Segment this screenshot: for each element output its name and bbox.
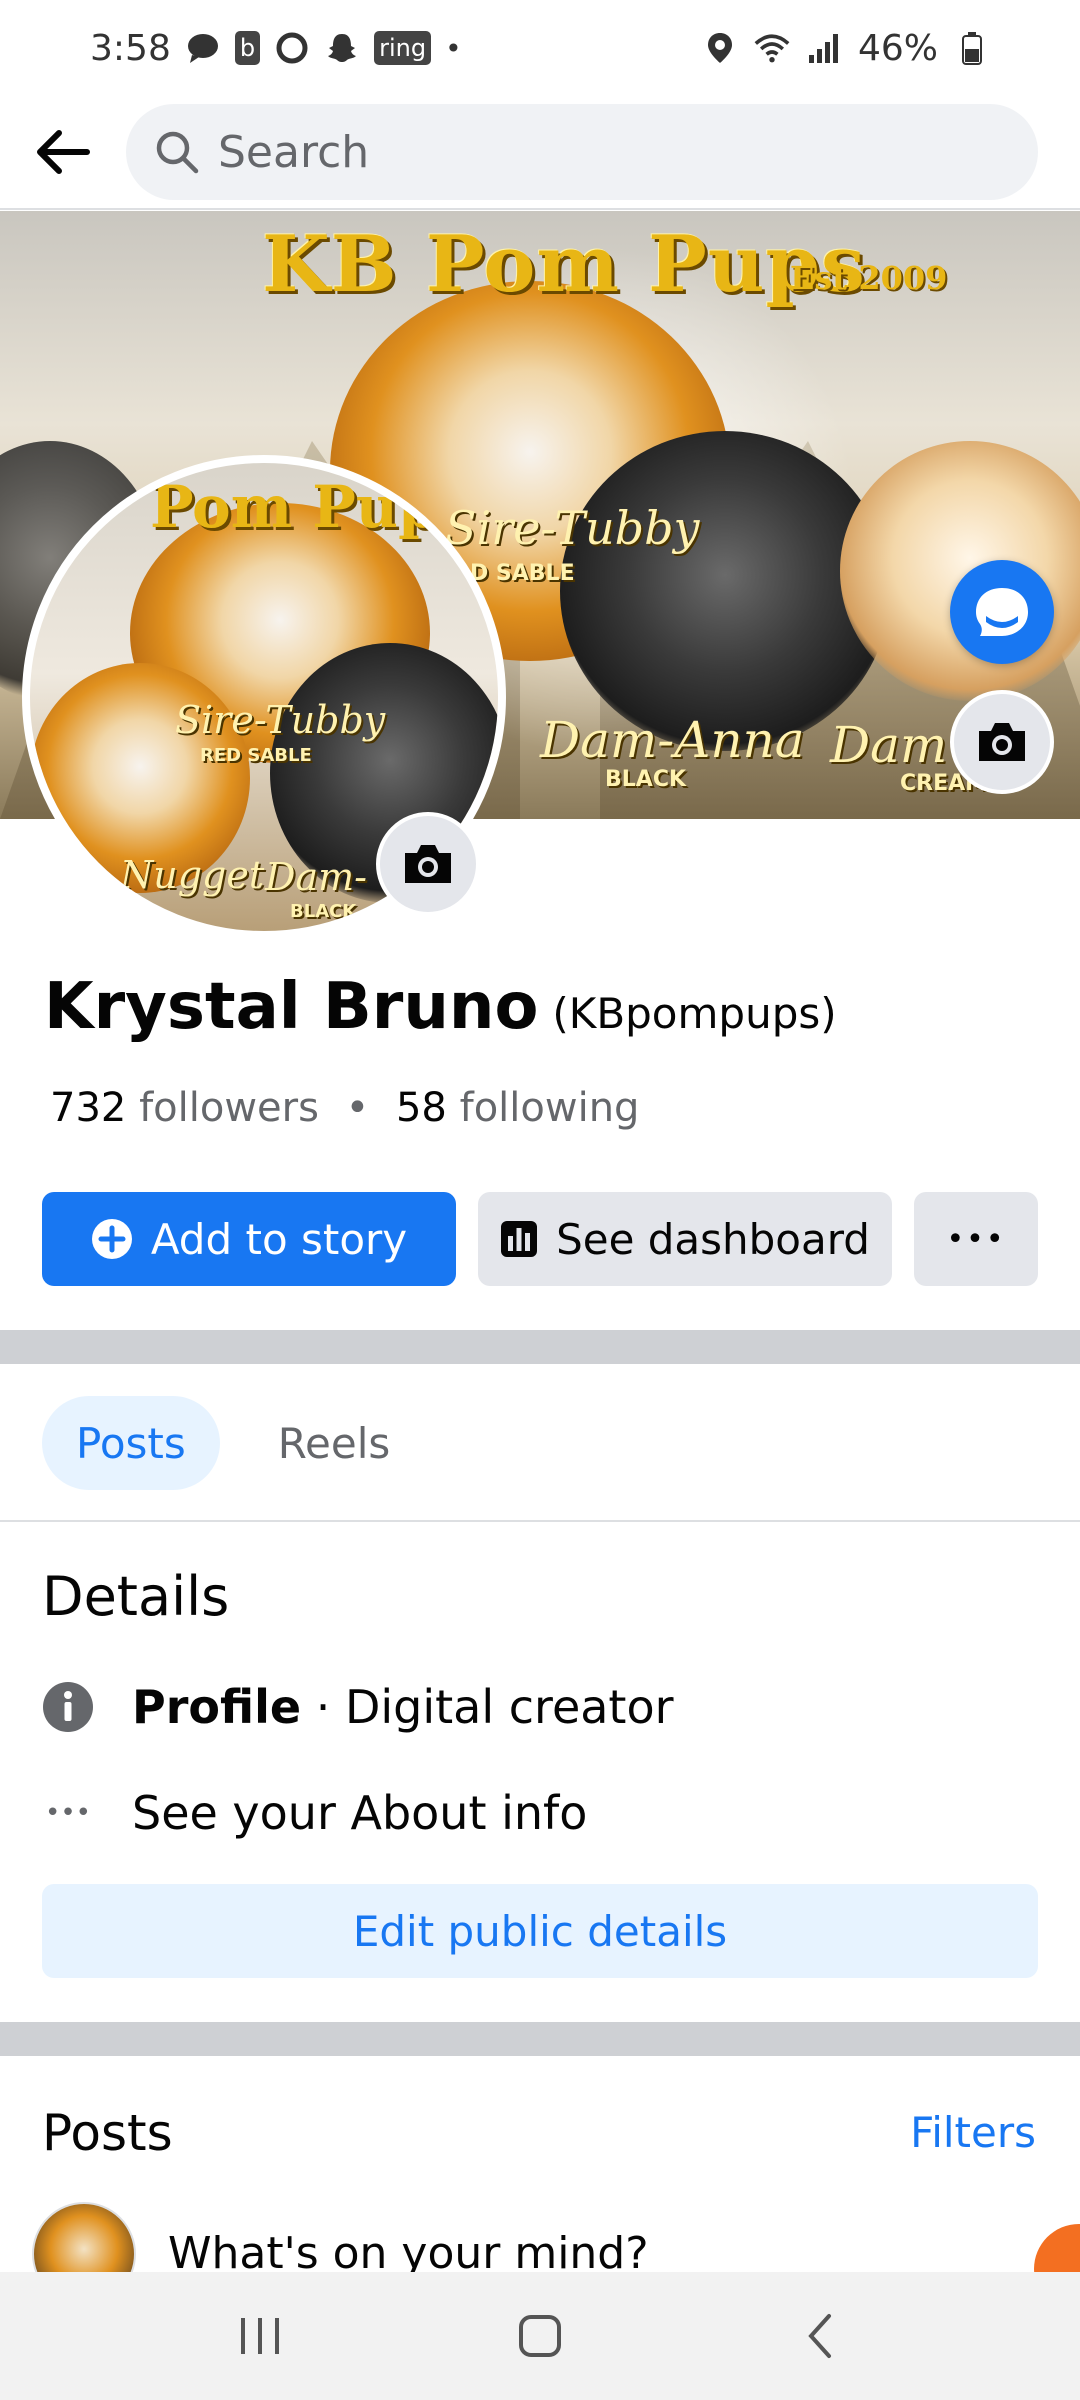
back-button[interactable] [0,95,126,209]
details-title: Details [42,1565,230,1628]
chat-icon [976,588,1028,636]
clock: 3:58 [90,27,171,69]
search-placeholder: Search [218,126,370,178]
system-nav-bar [0,2272,1080,2400]
see-about-info-label: See your About info [132,1786,588,1840]
edit-cover-photo-button[interactable] [950,690,1054,794]
section-divider [0,2022,1080,2056]
cover-dog-black [560,431,890,751]
back-nav-button[interactable] [770,2286,870,2386]
profile-actions: Add to story See dashboard ••• [42,1192,1038,1286]
edit-public-details-button[interactable]: Edit public details [42,1884,1038,1978]
avatar-label-dam-sub: BLACK [290,901,357,922]
posts-section-title: Posts [42,2104,173,2162]
cover-label-dam-cream: Dam [830,716,948,774]
recent-apps-icon [241,2318,279,2354]
cover-label-sire: Sire-Tubby [445,501,700,555]
detail-profile-value: · Digital creator [301,1680,674,1734]
cover-label-dam-anna: Dam-Anna [540,711,805,769]
status-bar: 3:58 b ring • 46% [0,0,1080,96]
plus-circle-icon [91,1219,132,1259]
avatar-label-nugget: Nugget [120,853,265,897]
following-label[interactable]: following [460,1085,640,1131]
more-dots-icon: ••• [44,1798,91,1828]
following-count[interactable]: 58 [396,1085,447,1131]
ring-circle-icon [274,30,310,66]
section-divider [0,1330,1080,1364]
avatar-label-dam: Dam- [265,855,367,899]
info-icon [42,1681,94,1733]
avatar-label-sire: Sire-Tubby [175,698,386,742]
see-dashboard-button[interactable]: See dashboard [478,1192,892,1286]
stats-separator: • [345,1085,370,1131]
b-icon: b [234,31,261,65]
profile-name: Krystal Bruno [44,970,539,1044]
avatar-title: Pom Pup [150,473,439,541]
camera-icon [405,845,451,883]
cover-label-sire-sub: D SABLE [470,561,575,586]
detail-profile-label: Profile [132,1680,302,1734]
cover-est: Est 2009 [790,259,948,297]
tab-reels[interactable]: Reels [244,1396,425,1490]
chat-bubble-icon [185,30,221,66]
camera-icon [979,723,1025,761]
arrow-left-icon [37,130,90,174]
tabs-divider [0,1520,1080,1522]
battery-icon [954,30,990,66]
messenger-button[interactable] [950,560,1054,664]
search-input[interactable]: Search [126,104,1038,200]
profile-tabs: Posts Reels [42,1396,424,1490]
profile-stats: 732 followers • 58 following [50,1085,639,1131]
location-icon [702,30,738,66]
cover-title: KB Pom Pups [262,219,866,310]
see-dashboard-label: See dashboard [556,1214,870,1264]
detail-profile-row: Profile · Digital creator [42,1680,674,1734]
snapchat-icon [324,30,360,66]
ring-app-icon: ring [374,31,432,65]
followers-label[interactable]: followers [139,1085,319,1131]
add-to-story-button[interactable]: Add to story [42,1192,456,1286]
home-icon [519,2315,561,2357]
notification-dot: • [445,31,462,65]
add-to-story-label: Add to story [150,1214,408,1264]
filters-link[interactable]: Filters [910,2108,1036,2157]
more-dots-icon: ••• [946,1221,1006,1257]
see-about-info-row[interactable]: ••• See your About info [42,1786,587,1840]
recent-apps-button[interactable] [210,2286,310,2386]
avatar-label-sire-sub: RED SABLE [200,745,312,766]
battery-percent: 46% [857,27,938,69]
cover-label-dam-anna-sub: BLACK [605,767,687,792]
edit-profile-picture-button[interactable] [376,812,480,916]
search-header: Search [0,96,1080,210]
signal-icon [806,30,842,66]
search-icon [156,131,199,174]
followers-count[interactable]: 732 [50,1085,126,1131]
chevron-left-icon [808,2314,831,2358]
profile-name-row: Krystal Bruno (KBpompups) [44,970,837,1044]
tab-posts[interactable]: Posts [42,1396,220,1490]
home-button[interactable] [490,2286,590,2386]
profile-username: (KBpompups) [552,989,837,1038]
dashboard-icon [501,1221,538,1257]
more-options-button[interactable]: ••• [914,1192,1038,1286]
wifi-icon [754,30,790,66]
